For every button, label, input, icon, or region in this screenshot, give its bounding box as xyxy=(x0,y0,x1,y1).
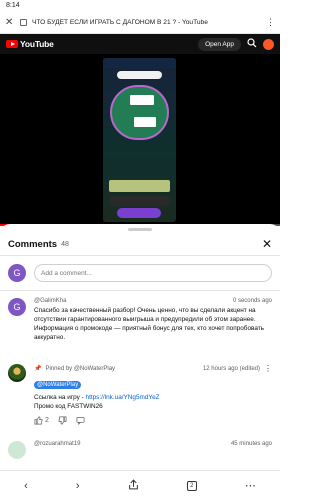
lock-icon[interactable] xyxy=(20,19,27,26)
reply-button[interactable] xyxy=(76,416,85,425)
comment-time: 45 minutes ago xyxy=(230,441,272,447)
add-comment-input[interactable] xyxy=(34,264,272,282)
search-icon[interactable] xyxy=(247,37,257,51)
close-icon[interactable]: ✕ xyxy=(5,17,15,28)
close-icon[interactable]: ✕ xyxy=(262,237,272,251)
comment-text-line2: Промо код FASTWIN26 xyxy=(34,403,103,410)
open-app-button[interactable]: Open App xyxy=(198,37,241,51)
forward-icon[interactable]: › xyxy=(76,480,80,492)
tabs-icon[interactable]: 2 xyxy=(186,480,197,491)
comments-title: Comments xyxy=(8,238,58,250)
drag-handle[interactable] xyxy=(128,228,152,231)
account-avatar[interactable] xyxy=(263,38,274,50)
comments-count: 48 xyxy=(61,240,69,248)
comment-author[interactable]: @GalimKha xyxy=(34,298,66,304)
comment-item: @rozuarahmat19 45 minutes ago xyxy=(0,434,280,466)
comment-text-prefix: Ссылка на игру - xyxy=(34,394,86,401)
comment-time: 0 seconds ago xyxy=(232,298,272,304)
page-title[interactable]: ЧТО БУДЕТ ЕСЛИ ИГРАТЬ С ДАГОНОМ В 21 ? -… xyxy=(32,19,261,26)
comment-text: Спасибо за качественный разбор! Очень це… xyxy=(34,307,264,341)
browser-toolbar: ✕ ЧТО БУДЕТ ЕСЛИ ИГРАТЬ С ДАГОНОМ В 21 ?… xyxy=(0,12,280,34)
thumb-down-icon xyxy=(58,416,67,425)
dislike-button[interactable] xyxy=(58,416,67,425)
comment-avatar[interactable] xyxy=(8,441,26,459)
reply-icon xyxy=(76,416,85,425)
thumb-up-icon xyxy=(34,416,43,425)
share-icon[interactable] xyxy=(128,478,139,493)
youtube-logo[interactable]: YouTube xyxy=(6,39,54,49)
like-button[interactable]: 2 xyxy=(34,416,49,425)
tabs-count: 2 xyxy=(190,482,194,489)
pin-icon: 📌 xyxy=(34,366,42,372)
comments-panel: Comments 48 ✕ G G @GalimKha 0 seconds ag… xyxy=(0,224,280,470)
add-comment-row: G xyxy=(0,256,280,290)
status-bar: 8:14 xyxy=(0,0,280,12)
back-icon[interactable]: ‹ xyxy=(24,480,28,492)
comment-avatar[interactable] xyxy=(8,364,26,382)
more-vert-icon[interactable]: ⋮ xyxy=(264,364,272,373)
comment-text: Ссылка на игру - https://lnk.ua/YNg5mdYe… xyxy=(34,393,272,411)
like-count: 2 xyxy=(45,417,49,424)
youtube-logo-text: YouTube xyxy=(20,39,54,49)
more-horiz-icon[interactable]: ⋯ xyxy=(245,479,256,492)
comment-item: 📌 Pinned by @NoWaterPlay 12 hours ago (e… xyxy=(0,357,280,432)
video-player[interactable] xyxy=(0,54,280,226)
comment-author[interactable]: @rozuarahmat19 xyxy=(34,441,80,447)
comment-author-chip[interactable]: @NoWaterPlay xyxy=(34,381,82,389)
comment-time: 12 hours ago (edited) xyxy=(202,365,260,372)
comment-link[interactable]: https://lnk.ua/YNg5mdYeZ xyxy=(86,394,160,401)
more-vert-icon[interactable]: ⋮ xyxy=(266,17,275,28)
status-time: 8:14 xyxy=(6,2,20,9)
pinned-label: Pinned by @NoWaterPlay xyxy=(45,365,116,372)
browser-nav-bar: ‹ › 2 ⋯ xyxy=(0,470,280,500)
comment-item: G @GalimKha 0 seconds ago Спасибо за кач… xyxy=(0,291,280,349)
comment-avatar[interactable]: G xyxy=(8,298,26,316)
youtube-play-icon xyxy=(6,40,18,48)
youtube-header: YouTube Open App xyxy=(0,34,280,54)
user-avatar: G xyxy=(8,264,26,282)
comment-actions: 2 xyxy=(34,416,272,425)
video-frame xyxy=(103,58,176,222)
comments-header: Comments 48 ✕ xyxy=(0,233,280,255)
